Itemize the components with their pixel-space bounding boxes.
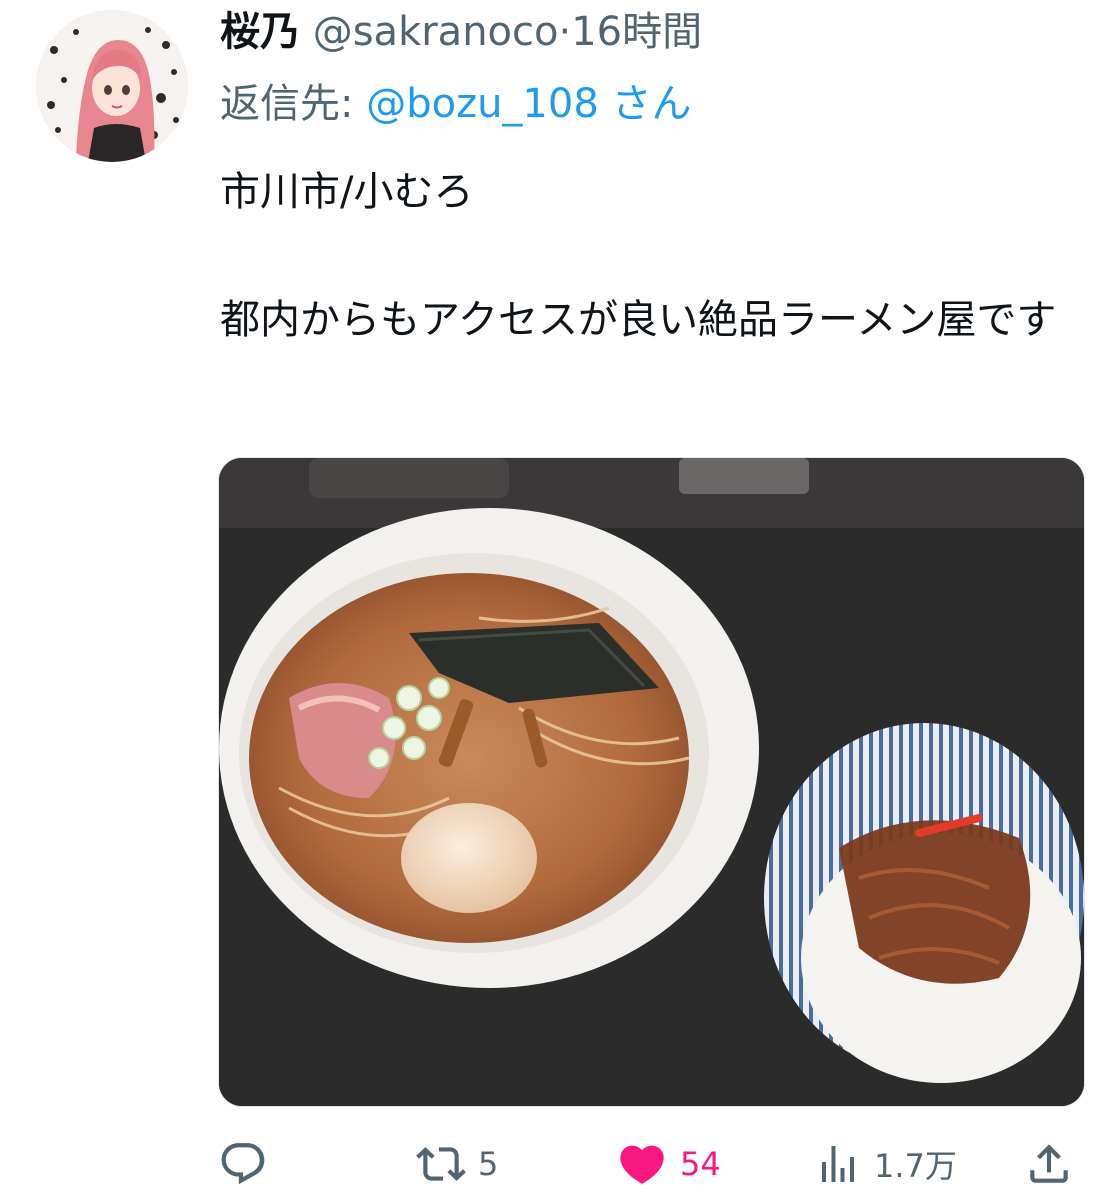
- reply-suffix: さん: [611, 81, 692, 127]
- ramen-photo: [219, 458, 1084, 1106]
- share-icon: [1024, 1139, 1074, 1189]
- reply-prefix: 返信先:: [220, 81, 354, 127]
- retweet-icon: [416, 1139, 466, 1189]
- tweet-text-line: 市川市/小むろ: [220, 169, 474, 215]
- retweet-button[interactable]: 5: [416, 1136, 498, 1192]
- reply-context: 返信先: @bozu_108 さん: [220, 78, 691, 130]
- user-handle[interactable]: @sakranoco: [313, 9, 559, 55]
- tweet-header: 桜乃 @sakranoco·16時間: [220, 6, 702, 58]
- reply-button[interactable]: [218, 1136, 268, 1192]
- views-bar-chart-icon: [814, 1140, 862, 1188]
- like-button[interactable]: 54: [616, 1136, 721, 1192]
- reply-mention[interactable]: @bozu_108: [366, 81, 599, 127]
- share-button[interactable]: [1024, 1136, 1074, 1192]
- action-bar: 5 54 1.7万: [218, 1136, 1083, 1192]
- tweet-text-line: 都内からもアクセスが良い絶品ラーメン屋です: [220, 297, 1057, 343]
- separator-dot: ·: [558, 9, 572, 55]
- tweet-text: 市川市/小むろ 都内からもアクセスが良い絶品ラーメン屋です: [220, 160, 1090, 352]
- avatar[interactable]: [36, 10, 188, 162]
- like-count: 54: [680, 1145, 721, 1183]
- avatar-illustration: [36, 10, 188, 162]
- retweet-count: 5: [478, 1145, 499, 1183]
- display-name[interactable]: 桜乃: [220, 9, 300, 55]
- views-count: 1.7万: [874, 1147, 957, 1185]
- reply-icon: [218, 1139, 268, 1189]
- heart-filled-icon: [616, 1138, 668, 1190]
- views-button[interactable]: 1.7万: [814, 1136, 957, 1192]
- tweet-photo[interactable]: [218, 457, 1085, 1107]
- timestamp[interactable]: 16時間: [571, 9, 702, 55]
